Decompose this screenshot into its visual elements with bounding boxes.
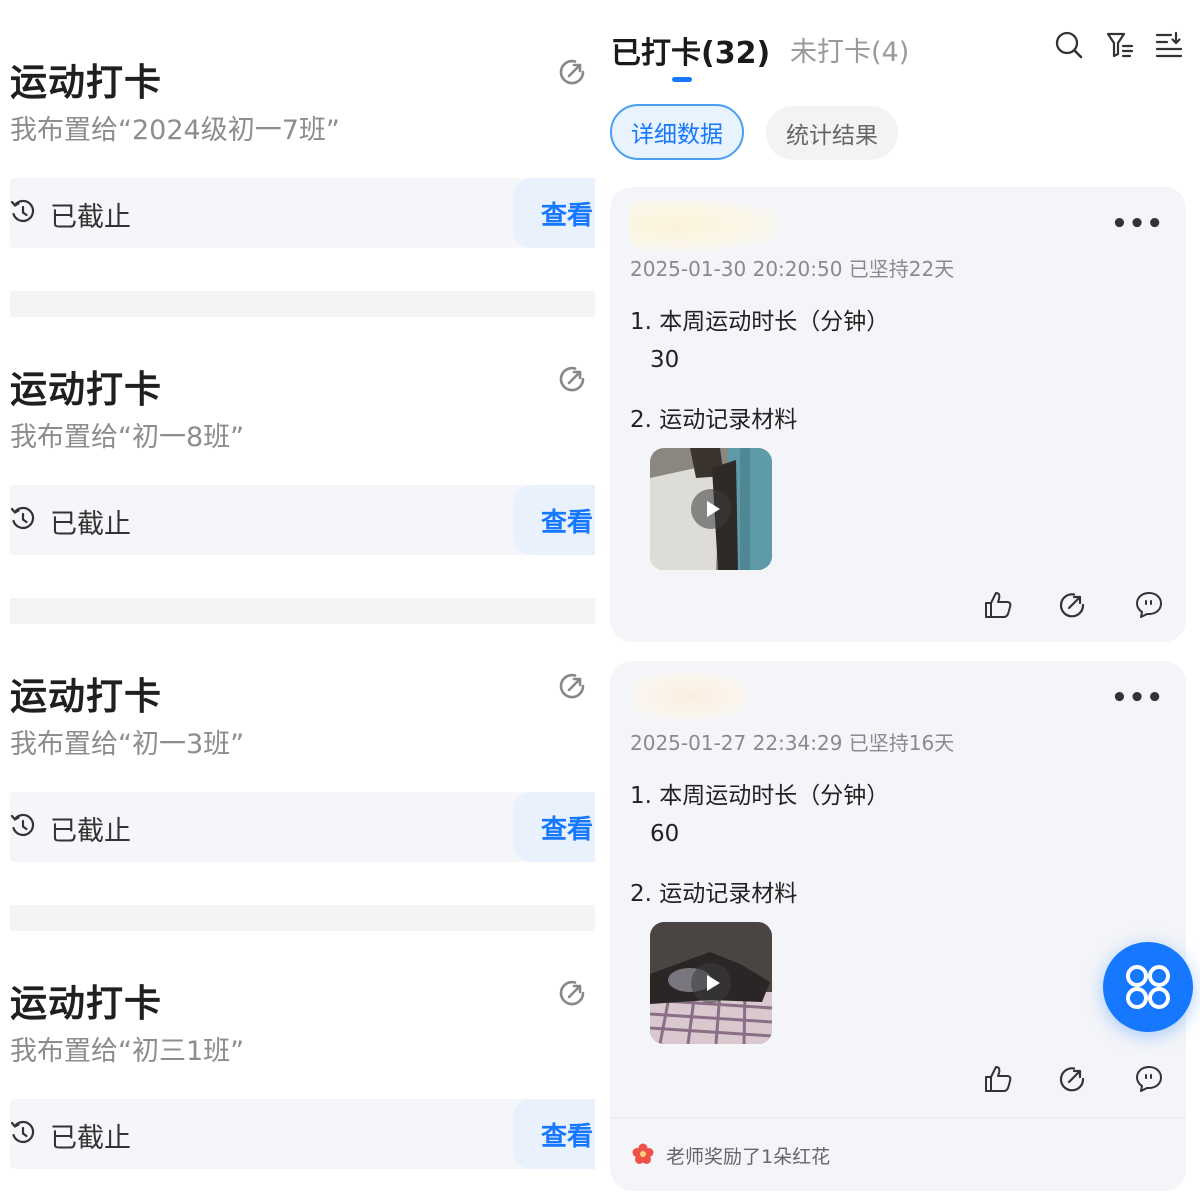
task-title: 运动打卡: [10, 368, 162, 411]
view-button[interactable]: 查看: [541, 195, 593, 232]
red-flower-icon: [632, 1143, 654, 1164]
task-subtitle: 我布置给“2024级初一7班”: [10, 115, 340, 146]
comment-icon[interactable]: [1133, 589, 1165, 621]
share-icon[interactable]: [555, 669, 591, 705]
task-title: 运动打卡: [10, 61, 162, 104]
divider: [10, 598, 595, 624]
task-list-panel: 运动打卡 我布置给“2024级初一7班” 已截止 查看 运动打卡 我布置给“初一…: [0, 0, 600, 1200]
search-icon[interactable]: [1054, 30, 1084, 60]
like-icon[interactable]: [982, 589, 1014, 621]
segment-statistics[interactable]: 统计结果: [766, 106, 898, 160]
floating-menu-button[interactable]: [1103, 942, 1193, 1032]
share-icon[interactable]: [555, 976, 591, 1012]
video-thumbnail[interactable]: [650, 922, 772, 1044]
play-icon: [691, 489, 731, 529]
blurred-student-name: [630, 671, 750, 721]
share-icon[interactable]: [555, 362, 591, 398]
question-label: 2. 运动记录材料: [630, 407, 798, 433]
share-icon[interactable]: [1056, 589, 1088, 621]
filter-icon[interactable]: [1105, 30, 1135, 60]
record-meta: 2025-01-27 22:34:29 已坚持16天: [630, 731, 955, 755]
more-button[interactable]: •••: [1111, 209, 1164, 239]
answer-value: 30: [650, 347, 680, 373]
question-label: 2. 运动记录材料: [630, 881, 798, 907]
question-label: 1. 本周运动时长（分钟）: [630, 783, 890, 809]
status-bar: 已截止 查看: [10, 485, 595, 555]
record-meta: 2025-01-30 20:20:50 已坚持22天: [630, 257, 955, 281]
checkin-record-card: ••• 2025-01-27 22:34:29 已坚持16天 1. 本周运动时长…: [610, 661, 1186, 1191]
divider: [10, 291, 595, 317]
segment-detail-data[interactable]: 详细数据: [610, 104, 744, 160]
clock-icon: [10, 1120, 35, 1144]
award-bar: 老师奖励了1朵红花: [610, 1117, 1186, 1191]
comment-icon[interactable]: [1133, 1063, 1165, 1095]
clock-icon: [10, 813, 35, 837]
award-text: 老师奖励了1朵红花: [666, 1146, 831, 1168]
share-icon[interactable]: [1056, 1063, 1088, 1095]
checkin-record-card: ••• 2025-01-30 20:20:50 已坚持22天 1. 本周运动时长…: [610, 187, 1186, 642]
video-thumbnail[interactable]: [650, 448, 772, 570]
checkin-detail-panel: 已打卡(32) 未打卡(4) 详细数据 统计结果 ••• 2025-01-30 …: [600, 0, 1200, 1200]
tab-checked-in[interactable]: 已打卡(32): [611, 28, 770, 72]
status-bar: 已截止 查看: [10, 178, 595, 248]
task-subtitle: 我布置给“初一8班”: [10, 422, 245, 453]
tab-indicator: [672, 77, 692, 82]
clock-icon: [10, 199, 35, 223]
play-icon: [691, 963, 731, 1003]
clock-icon: [10, 506, 35, 530]
status-text: 已截止: [50, 1123, 131, 1154]
status-bar: 已截止 查看: [10, 1099, 595, 1169]
like-icon[interactable]: [982, 1063, 1014, 1095]
status-bar: 已截止 查看: [10, 792, 595, 862]
blurred-student-name: [630, 199, 780, 251]
apps-icon: [1126, 965, 1170, 1009]
view-button[interactable]: 查看: [541, 1116, 593, 1153]
task-title: 运动打卡: [10, 982, 162, 1025]
task-subtitle: 我布置给“初一3班”: [10, 729, 245, 760]
view-button[interactable]: 查看: [541, 809, 593, 846]
more-button[interactable]: •••: [1111, 683, 1164, 713]
tab-not-checked-in[interactable]: 未打卡(4): [790, 30, 909, 69]
question-label: 1. 本周运动时长（分钟）: [630, 309, 890, 335]
status-text: 已截止: [50, 816, 131, 847]
status-text: 已截止: [50, 509, 131, 540]
task-title: 运动打卡: [10, 675, 162, 718]
view-button[interactable]: 查看: [541, 502, 593, 539]
answer-value: 60: [650, 821, 680, 847]
share-icon[interactable]: [555, 55, 591, 91]
status-text: 已截止: [50, 202, 131, 233]
divider: [10, 905, 595, 931]
sort-icon[interactable]: [1154, 30, 1184, 60]
task-subtitle: 我布置给“初三1班”: [10, 1036, 245, 1067]
